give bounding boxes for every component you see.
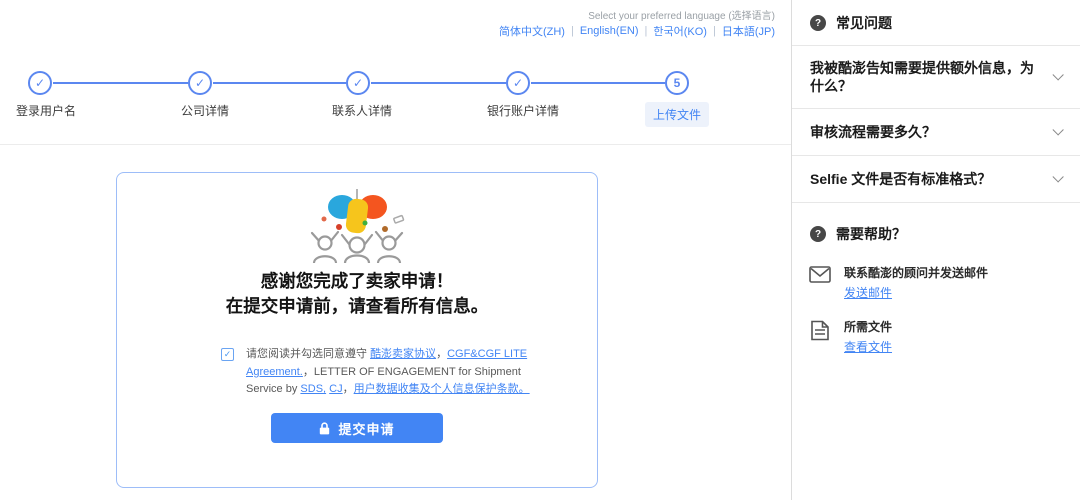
- language-link-en[interactable]: English(EN): [580, 25, 639, 37]
- step-2-circle[interactable]: ✓: [188, 71, 212, 95]
- need-help-title: 需要帮助？: [836, 224, 906, 244]
- required-documents-label: 所需文件: [844, 319, 892, 336]
- submit-button-label: 提交申请: [338, 419, 394, 438]
- check-icon: ✓: [195, 76, 205, 90]
- step-5-label[interactable]: 上传文件: [645, 102, 709, 127]
- question-circle-icon: ?: [810, 226, 826, 242]
- submit-application-button[interactable]: 提交申请: [271, 413, 443, 443]
- faq-item-extra-info[interactable]: 我被酷澎告知需要提供额外信息，为什么？: [792, 46, 1080, 108]
- celebration-illustration: [117, 187, 597, 263]
- header-divider: [0, 144, 791, 145]
- step-4-label[interactable]: 银行账户详情: [487, 102, 559, 119]
- faq-question: 我被酷澎告知需要提供额外信息，为什么？: [810, 59, 1052, 95]
- lock-icon: [319, 422, 330, 435]
- faq-item-review-time[interactable]: 审核流程需要多久？: [792, 109, 1080, 155]
- mail-icon: [809, 266, 831, 283]
- separator: |: [571, 25, 574, 37]
- cj-link[interactable]: CJ: [329, 383, 342, 395]
- separator: |: [713, 25, 716, 37]
- faq-section-header: ? 常见问题: [792, 0, 1080, 45]
- contact-consultant-row: 联系酷澎的顾问并发送邮件 发送邮件: [792, 256, 1080, 310]
- faq-question: 审核流程需要多久？: [810, 123, 944, 141]
- step-1-circle[interactable]: ✓: [28, 71, 52, 95]
- faq-item-selfie-format[interactable]: Selfie 文件是否有标准格式？: [792, 156, 1080, 202]
- stepper-connector: [53, 82, 188, 84]
- language-link-ko[interactable]: 한국어(KO): [653, 23, 707, 39]
- chevron-down-icon: [1052, 69, 1063, 80]
- sds-link[interactable]: SDS,: [300, 383, 326, 395]
- privacy-terms-link[interactable]: 用户数据收集及个人信息保护条款。: [354, 383, 530, 395]
- application-complete-card: 感谢您完成了卖家申请！ 在提交申请前，请查看所有信息。 ✓ 请您阅读并勾选同意遵…: [116, 172, 598, 488]
- agreement-separator: ，: [436, 348, 447, 360]
- thank-you-title: 感谢您完成了卖家申请！ 在提交申请前，请查看所有信息。: [117, 269, 597, 320]
- separator: |: [645, 25, 648, 37]
- title-line-2: 在提交申请前，请查看所有信息。: [117, 294, 597, 319]
- language-link-zh[interactable]: 简体中文(ZH): [499, 23, 565, 39]
- stepper-connector: [213, 82, 346, 84]
- agreement-separator: ，: [343, 383, 354, 395]
- language-link-jp[interactable]: 日本語(JP): [722, 23, 775, 39]
- agreement-prefix: 请您阅读并勾选同意遵守: [246, 348, 370, 360]
- send-email-link[interactable]: 发送邮件: [844, 284, 892, 301]
- check-icon: ✓: [35, 76, 45, 90]
- chevron-down-icon: [1052, 172, 1063, 183]
- question-circle-icon: ?: [810, 15, 826, 31]
- check-icon: ✓: [353, 76, 363, 90]
- contact-consultant-label: 联系酷澎的顾问并发送邮件: [844, 265, 988, 282]
- stepper-connector: [371, 82, 506, 84]
- faq-question: Selfie 文件是否有标准格式？: [810, 170, 999, 188]
- step-4-circle[interactable]: ✓: [506, 71, 530, 95]
- required-documents-row: 所需文件 查看文件: [792, 310, 1080, 364]
- check-icon: ✓: [224, 349, 232, 360]
- seller-application-page: Select your preferred language (选择语言) 简体…: [0, 0, 1080, 500]
- help-sidebar: ? 常见问题 我被酷澎告知需要提供额外信息，为什么？ 审核流程需要多久？ Sel…: [791, 0, 1080, 500]
- agreement-checkbox[interactable]: ✓: [221, 348, 234, 361]
- language-switcher: 简体中文(ZH) | English(EN) | 한국어(KO) | 日本語(J…: [499, 23, 775, 39]
- faq-section-title: 常见问题: [836, 13, 892, 33]
- step-1-label[interactable]: 登录用户名: [16, 102, 76, 119]
- step-2-label[interactable]: 公司详情: [181, 102, 229, 119]
- agreement-text: 请您阅读并勾选同意遵守 酷澎卖家协议，CGF&CGF LITE Agreemen…: [246, 346, 539, 399]
- progress-stepper: ✓ ✓ ✓ ✓ 5 登录用户名 公司详情 联系人详情 银行账户详情 上传文件: [0, 70, 791, 140]
- chevron-down-icon: [1052, 125, 1063, 136]
- main-area: Select your preferred language (选择语言) 简体…: [0, 0, 791, 500]
- language-select-note: Select your preferred language (选择语言): [588, 7, 775, 22]
- stepper-connector: [531, 82, 665, 84]
- title-line-1: 感谢您完成了卖家申请！: [117, 269, 597, 294]
- document-icon: [809, 320, 831, 341]
- seller-agreement-link[interactable]: 酷澎卖家协议: [370, 348, 436, 360]
- agreement-row: ✓ 请您阅读并勾选同意遵守 酷澎卖家协议，CGF&CGF LITE Agreem…: [221, 346, 539, 399]
- step-3-circle[interactable]: ✓: [346, 71, 370, 95]
- need-help-section-header: ? 需要帮助？: [792, 211, 1080, 256]
- check-icon: ✓: [513, 76, 523, 90]
- step-3-label[interactable]: 联系人详情: [332, 102, 392, 119]
- step-number: 5: [674, 76, 681, 90]
- step-5-circle[interactable]: 5: [665, 71, 689, 95]
- view-documents-link[interactable]: 查看文件: [844, 338, 892, 355]
